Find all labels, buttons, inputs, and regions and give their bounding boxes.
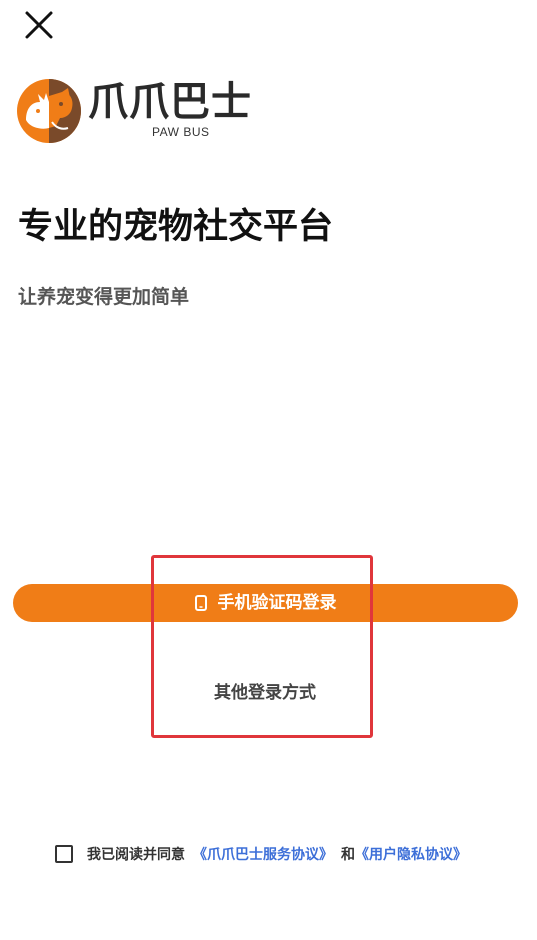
phone-code-login-label: 手机验证码登录	[217, 593, 337, 613]
agreement-conjunction: 和	[341, 847, 355, 863]
brand-subtitle: PAW BUS	[152, 125, 210, 139]
service-agreement-link[interactable]: 《爪爪巴士服务协议》	[193, 844, 333, 864]
brand-name: 爪爪巴士	[88, 79, 252, 125]
phone-code-login-button[interactable]: 手机验证码登录	[13, 584, 518, 622]
other-login-methods-button[interactable]: 其他登录方式	[165, 678, 365, 708]
page-headline: 专业的宠物社交平台	[18, 207, 334, 247]
page-subheadline: 让养宠变得更加简单	[18, 286, 190, 308]
agreement-checkbox[interactable]	[55, 845, 73, 863]
close-button[interactable]	[22, 8, 56, 42]
agreement-row: 我已阅读并同意 《爪爪巴士服务协议》 和 《用户隐私协议》	[55, 842, 467, 866]
paw-bus-logo-icon	[16, 78, 82, 144]
agreement-prefix: 我已阅读并同意	[87, 847, 185, 863]
brand: 爪爪巴士 PAW BUS	[16, 78, 286, 146]
highlight-annotation-box	[151, 555, 373, 738]
close-icon	[25, 11, 53, 39]
privacy-agreement-link[interactable]: 《用户隐私协议》	[355, 844, 467, 864]
phone-icon	[194, 595, 207, 611]
